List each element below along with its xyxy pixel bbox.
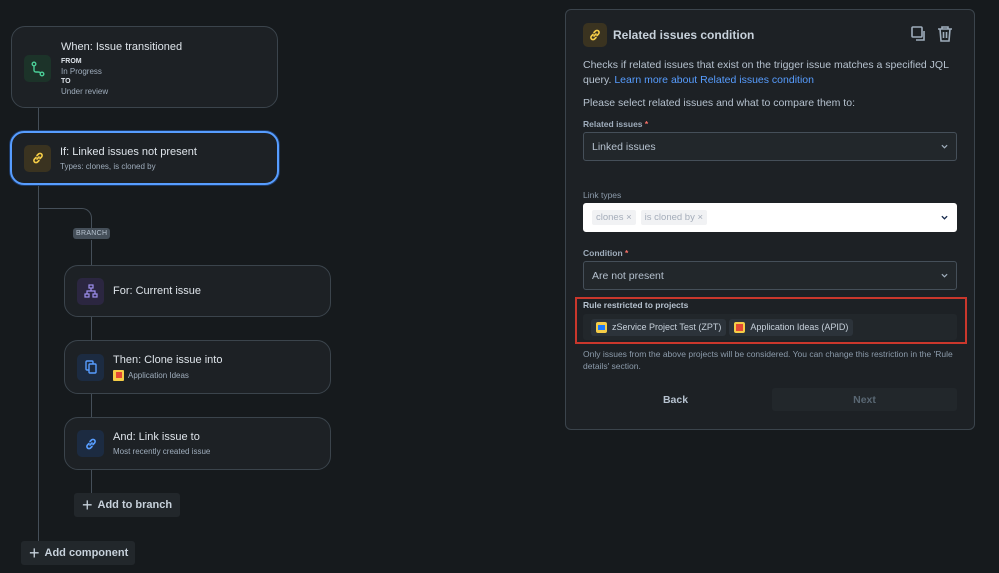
connector-branch bbox=[38, 208, 92, 228]
link-icon bbox=[24, 144, 51, 172]
link-type-tag-label: clones bbox=[596, 212, 624, 223]
duplicate-icon[interactable] bbox=[910, 25, 928, 48]
connector-branch bbox=[91, 240, 92, 266]
remove-icon[interactable]: × bbox=[697, 212, 703, 223]
add-component-button[interactable]: + Add component bbox=[21, 541, 135, 565]
add-to-branch-button[interactable]: + Add to branch bbox=[74, 493, 180, 517]
link-action-card[interactable]: And: Link issue to Most recently created… bbox=[64, 417, 331, 470]
condition-select[interactable]: Are not present bbox=[583, 261, 957, 290]
branch-label: BRANCH bbox=[73, 228, 111, 239]
related-issues-label-text: Related issues bbox=[583, 119, 643, 129]
condition-label: Condition * bbox=[583, 248, 628, 258]
plus-icon: + bbox=[82, 495, 93, 515]
trigger-title: When: Issue transitioned bbox=[61, 41, 183, 53]
trash-icon[interactable] bbox=[936, 25, 954, 48]
related-issues-value: Linked issues bbox=[592, 140, 656, 153]
panel-description: Checks if related issues that exist on t… bbox=[583, 58, 963, 88]
highlight-box bbox=[575, 297, 967, 344]
clone-project: Application Ideas bbox=[128, 370, 189, 380]
learn-more-link[interactable]: Learn more about Related issues conditio… bbox=[614, 74, 814, 86]
condition-label-text: Condition bbox=[583, 248, 623, 258]
restriction-hint: Only issues from the above projects will… bbox=[583, 349, 953, 371]
remove-icon[interactable]: × bbox=[626, 212, 632, 223]
link-type-tag-label: is cloned by bbox=[644, 212, 695, 223]
chevron-down-icon bbox=[941, 144, 948, 149]
branch-for-title: For: Current issue bbox=[113, 285, 202, 297]
condition-value: Are not present bbox=[592, 269, 664, 282]
connector-main bbox=[38, 184, 39, 542]
connector-branch bbox=[91, 393, 92, 418]
link-action-subtitle: Most recently created issue bbox=[113, 447, 211, 456]
link-type-tag[interactable]: is cloned by × bbox=[640, 210, 708, 225]
related-issues-label: Related issues * bbox=[583, 119, 648, 129]
link-type-tag[interactable]: clones × bbox=[592, 210, 636, 225]
plus-icon: + bbox=[29, 543, 40, 563]
copy-icon bbox=[77, 353, 104, 381]
required-mark: * bbox=[644, 119, 649, 129]
panel-prompt: Please select related issues and what to… bbox=[583, 97, 855, 109]
branch-for-card[interactable]: For: Current issue bbox=[64, 265, 331, 317]
connector-branch bbox=[91, 469, 92, 493]
link-types-label: Link types bbox=[583, 190, 622, 200]
project-avatar-icon bbox=[113, 370, 124, 381]
to-value: Under review bbox=[61, 87, 109, 96]
config-panel: Related issues condition Checks if relat… bbox=[565, 9, 975, 430]
back-button[interactable]: Back bbox=[583, 388, 768, 411]
chevron-down-icon bbox=[941, 273, 948, 278]
transition-icon bbox=[24, 55, 51, 82]
link-icon bbox=[583, 23, 607, 47]
chevron-down-icon bbox=[941, 215, 948, 220]
required-mark: * bbox=[625, 248, 629, 258]
hierarchy-icon bbox=[77, 277, 104, 305]
condition-subtitle: Types: clones, is cloned by bbox=[60, 161, 156, 171]
from-label: FROM bbox=[61, 58, 82, 65]
next-button[interactable]: Next bbox=[772, 388, 957, 411]
condition-title: If: Linked issues not present bbox=[60, 145, 197, 158]
link-types-select[interactable]: clones × is cloned by × bbox=[583, 203, 957, 232]
clone-action-title: Then: Clone issue into bbox=[113, 354, 223, 366]
from-value: In Progress bbox=[61, 67, 102, 76]
panel-title: Related issues condition bbox=[613, 28, 755, 42]
connector-main bbox=[38, 106, 39, 132]
to-label: TO bbox=[61, 78, 71, 85]
link-action-title: And: Link issue to bbox=[113, 431, 200, 443]
clone-action-card[interactable]: Then: Clone issue into Application Ideas bbox=[64, 340, 331, 394]
related-issues-select[interactable]: Linked issues bbox=[583, 132, 957, 161]
link-icon bbox=[77, 430, 104, 457]
add-to-branch-label: Add to branch bbox=[97, 499, 173, 511]
connector-branch bbox=[91, 316, 92, 341]
add-component-label: Add component bbox=[44, 547, 129, 559]
condition-card[interactable]: If: Linked issues not present Types: clo… bbox=[10, 131, 279, 185]
trigger-card[interactable]: When: Issue transitioned FROM In Progres… bbox=[11, 26, 278, 108]
